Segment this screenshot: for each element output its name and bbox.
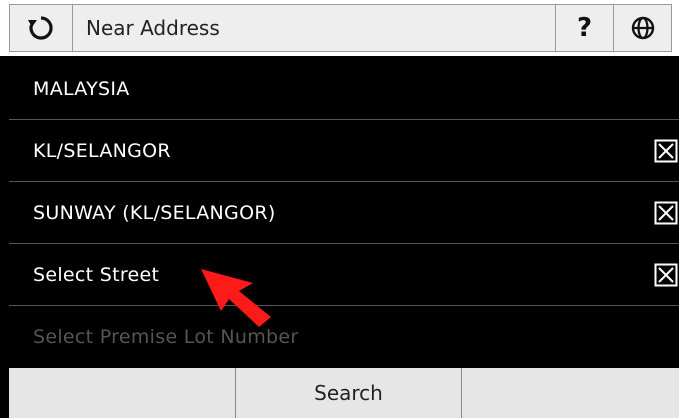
row-label: Select Premise Lot Number: [33, 326, 299, 348]
globe-icon: [631, 16, 654, 40]
row-label: Select Street: [33, 263, 160, 286]
clear-box-icon: [654, 201, 678, 224]
row-label: MALAYSIA: [33, 77, 130, 100]
bottom-left-button[interactable]: [9, 368, 235, 418]
navigation-screen: Near Address ? MALAYSIA KL/SELANGOR SUNW…: [0, 0, 679, 418]
header-bar: Near Address ?: [0, 0, 679, 56]
clear-street-button[interactable]: [653, 262, 679, 288]
bottom-right-button[interactable]: [461, 368, 679, 418]
language-button[interactable]: [614, 4, 672, 52]
back-button[interactable]: [9, 4, 73, 52]
row-label: KL/SELANGOR: [33, 139, 171, 162]
help-button[interactable]: ?: [556, 4, 614, 52]
clear-box-icon: [654, 139, 678, 162]
page-title: Near Address: [73, 4, 556, 52]
search-button[interactable]: Search: [235, 368, 461, 418]
list-item-city[interactable]: SUNWAY (KL/SELANGOR): [9, 182, 679, 244]
clear-city-button[interactable]: [653, 200, 679, 226]
clear-box-icon: [654, 263, 678, 286]
clear-state-button[interactable]: [653, 138, 679, 164]
row-label: SUNWAY (KL/SELANGOR): [33, 201, 276, 224]
list-item-country[interactable]: MALAYSIA: [9, 58, 679, 120]
list-item-street[interactable]: Select Street: [9, 244, 679, 306]
list-item-premise: Select Premise Lot Number: [9, 306, 679, 368]
bottom-bar: Search: [9, 368, 679, 418]
list-item-state[interactable]: KL/SELANGOR: [9, 120, 679, 182]
refresh-back-icon: [28, 16, 53, 40]
